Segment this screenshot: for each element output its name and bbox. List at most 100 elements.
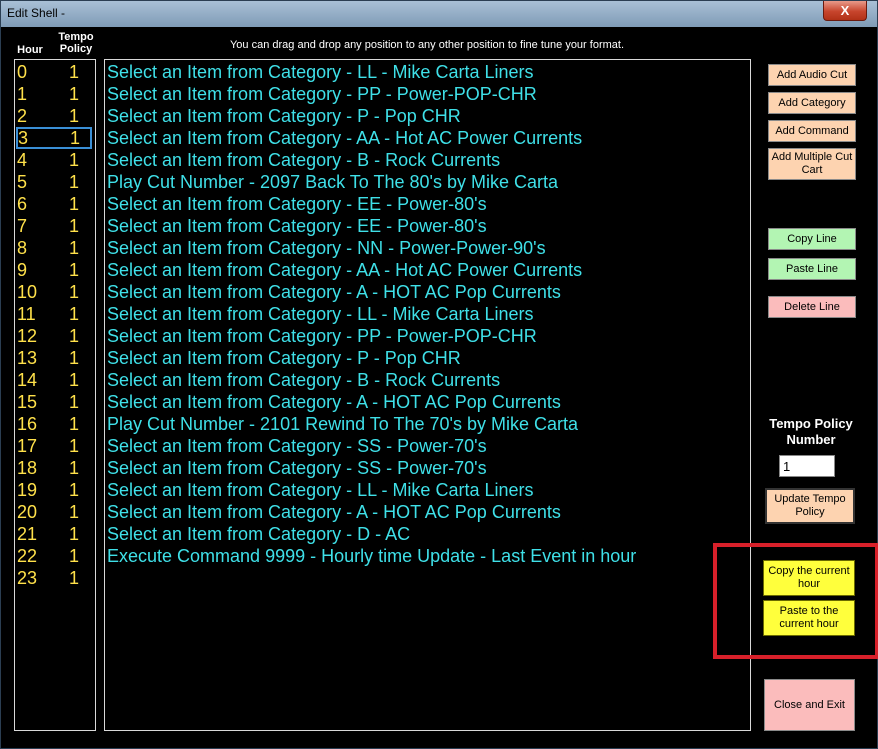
tempo-policy-value: 1 — [69, 502, 80, 522]
hour-number: 22 — [17, 546, 38, 566]
shell-item-list[interactable]: Select an Item from Category - LL - Mike… — [104, 59, 751, 731]
hour-number: 15 — [17, 392, 38, 412]
shell-item-row[interactable]: Select an Item from Category - PP - Powe… — [107, 325, 537, 347]
shell-item-row[interactable]: Select an Item from Category - A - HOT A… — [107, 501, 561, 523]
shell-item-row[interactable]: Select an Item from Category - NN - Powe… — [107, 237, 546, 259]
shell-item-row[interactable]: Select an Item from Category - A - HOT A… — [107, 391, 561, 413]
hour-row[interactable]: 23 1 — [15, 567, 95, 589]
shell-item-row[interactable]: Select an Item from Category - SS - Powe… — [107, 435, 487, 457]
hour-row[interactable]: 12 1 — [15, 325, 95, 347]
hour-column-header: Hour — [17, 44, 43, 56]
hour-number: 13 — [17, 348, 38, 368]
hour-row[interactable]: 10 1 — [15, 281, 95, 303]
delete-line-button[interactable]: Delete Line — [768, 296, 856, 318]
hour-row[interactable]: 19 1 — [15, 479, 95, 501]
tempo-policy-value: 1 — [69, 348, 80, 368]
hour-number: 23 — [17, 568, 38, 588]
shell-item-row[interactable]: Play Cut Number - 2101 Rewind To The 70'… — [107, 413, 578, 435]
shell-item-row[interactable]: Select an Item from Category - A - HOT A… — [107, 281, 561, 303]
add-category-button[interactable]: Add Category — [768, 92, 856, 114]
hour-number: 21 — [17, 524, 38, 544]
tempo-policy-number-input[interactable] — [779, 455, 835, 477]
hour-row[interactable]: 61 — [15, 193, 95, 215]
hour-list[interactable]: 0 1 1 1 2 1 3 1 4 1 5 1 6 1 7 1 8 1 9 1 10 1 11 1 12 1 13 1 14 1 15 1 16… — [14, 59, 96, 731]
update-tempo-policy-button[interactable]: Update Tempo Policy — [765, 488, 855, 524]
hour-number: 11 — [17, 304, 36, 324]
hour-row[interactable]: 11 — [15, 83, 95, 105]
hour-number: 9 — [17, 260, 28, 280]
hour-row[interactable]: 11 1 — [15, 303, 95, 325]
hour-number: 0 — [17, 62, 28, 82]
shell-item-row[interactable]: Select an Item from Category - LL - Mike… — [107, 61, 534, 83]
shell-item-row[interactable]: Select an Item from Category - P - Pop C… — [107, 105, 461, 127]
tempo-policy-value: 1 — [69, 370, 80, 390]
hour-number: 17 — [17, 436, 38, 456]
window-title: Edit Shell - — [7, 6, 66, 20]
paste-current-hour-button[interactable]: Paste to the current hour — [763, 600, 855, 636]
hour-row[interactable]: 14 1 — [15, 369, 95, 391]
hour-row[interactable]: 22 1 — [15, 545, 95, 567]
tempo-policy-value: 1 — [69, 62, 80, 82]
hour-number: 5 — [17, 172, 28, 192]
close-and-exit-button[interactable]: Close and Exit — [764, 679, 855, 731]
shell-item-row[interactable]: Select an Item from Category - EE - Powe… — [107, 193, 487, 215]
hour-row[interactable]: 51 — [15, 171, 95, 193]
paste-line-button[interactable]: Paste Line — [768, 258, 856, 280]
tempo-policy-value: 1 — [69, 304, 80, 324]
tempo-policy-value: 1 — [69, 458, 80, 478]
instruction-text: You can drag and drop any position to an… — [229, 39, 625, 51]
add-multiple-cut-cart-button[interactable]: Add Multiple Cut Cart — [768, 148, 856, 180]
shell-item-row[interactable]: Select an Item from Category - SS - Powe… — [107, 457, 487, 479]
shell-item-row[interactable]: Select an Item from Category - D - AC — [107, 523, 410, 545]
hour-row[interactable]: 17 1 — [15, 435, 95, 457]
tempo-policy-value: 1 — [69, 546, 80, 566]
hour-row[interactable]: 91 — [15, 259, 95, 281]
shell-item-row[interactable]: Select an Item from Category - B - Rock … — [107, 369, 500, 391]
copy-line-button[interactable]: Copy Line — [768, 228, 856, 250]
hour-number: 14 — [17, 370, 38, 390]
shell-item-row[interactable]: Select an Item from Category - AA - Hot … — [107, 259, 582, 281]
hour-number: 7 — [17, 216, 28, 236]
hour-row[interactable]: 16 1 — [15, 413, 95, 435]
shell-item-row[interactable]: Select an Item from Category - P - Pop C… — [107, 347, 461, 369]
hour-row[interactable]: 21 — [15, 105, 95, 127]
tempo-policy-value: 1 — [69, 326, 80, 346]
tempo-policy-value: 1 — [69, 524, 80, 544]
hour-row[interactable]: 21 1 — [15, 523, 95, 545]
hour-number: 1 — [17, 84, 28, 104]
tempo-policy-value: 1 — [69, 238, 80, 258]
hour-number: 6 — [17, 194, 28, 214]
close-icon: X — [840, 3, 850, 18]
hour-row[interactable]: 18 1 — [15, 457, 95, 479]
tempo-policy-number-label: Tempo Policy Number — [769, 416, 853, 447]
add-command-button[interactable]: Add Command — [768, 120, 856, 142]
shell-item-row[interactable]: Select an Item from Category - LL - Mike… — [107, 303, 534, 325]
hour-number: 18 — [17, 458, 38, 478]
shell-item-row[interactable]: Play Cut Number - 2097 Back To The 80's … — [107, 171, 558, 193]
shell-item-row[interactable]: Execute Command 9999 - Hourly time Updat… — [107, 545, 636, 567]
edit-shell-window: Edit Shell - X Hour Tempo Policy You can… — [0, 0, 878, 749]
hour-number: 4 — [17, 150, 28, 170]
shell-item-row[interactable]: Select an Item from Category - EE - Powe… — [107, 215, 487, 237]
shell-item-row[interactable]: Select an Item from Category - AA - Hot … — [107, 127, 582, 149]
hour-row[interactable]: 01 — [15, 61, 95, 83]
hour-row[interactable]: 81 — [15, 237, 95, 259]
hour-row[interactable]: 71 — [15, 215, 95, 237]
shell-item-row[interactable]: Select an Item from Category - LL - Mike… — [107, 479, 534, 501]
copy-current-hour-button[interactable]: Copy the current hour — [763, 560, 855, 596]
tempo-policy-value: 1 — [69, 392, 80, 412]
add-audio-cut-button[interactable]: Add Audio Cut — [768, 64, 856, 86]
tempo-policy-value: 1 — [69, 106, 80, 126]
hour-number: 19 — [17, 480, 38, 500]
shell-item-row[interactable]: Select an Item from Category - PP - Powe… — [107, 83, 537, 105]
hour-row[interactable]: 31 — [16, 127, 92, 149]
hour-row[interactable]: 41 — [15, 149, 95, 171]
tempo-policy-value: 1 — [69, 282, 80, 302]
close-window-button[interactable]: X — [823, 1, 867, 21]
hour-row[interactable]: 20 1 — [15, 501, 95, 523]
hour-row[interactable]: 13 1 — [15, 347, 95, 369]
title-bar[interactable]: Edit Shell - X — [1, 1, 877, 27]
shell-item-row[interactable]: Select an Item from Category - B - Rock … — [107, 149, 500, 171]
hour-row[interactable]: 15 1 — [15, 391, 95, 413]
tempo-policy-value: 1 — [69, 260, 80, 280]
